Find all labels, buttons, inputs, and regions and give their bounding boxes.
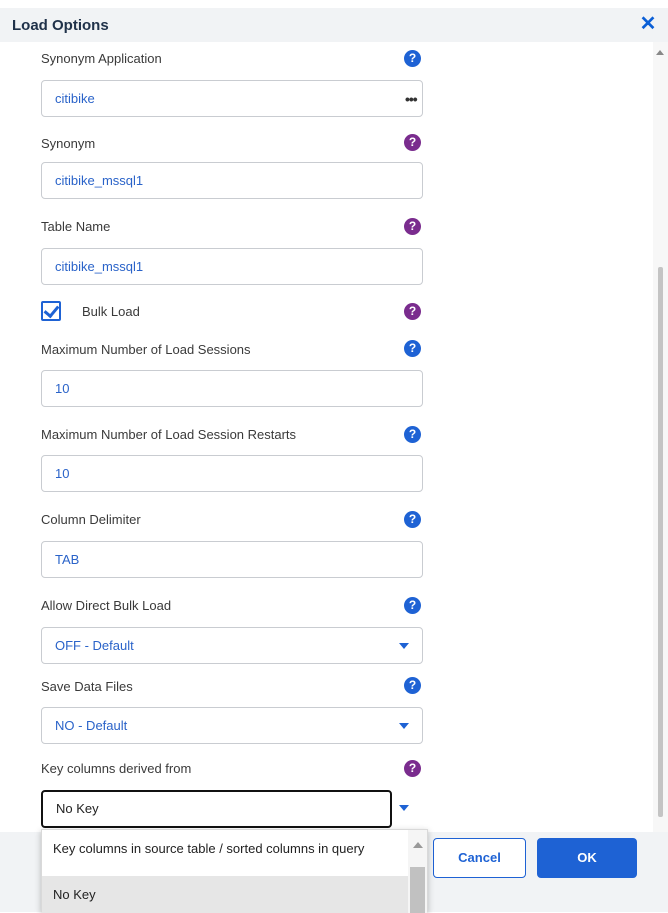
scrollbar-thumb[interactable] <box>658 267 663 817</box>
table-name-label: Table Name <box>41 219 111 234</box>
checkmark-icon <box>43 301 60 319</box>
dialog-scrollbar[interactable] <box>653 42 668 832</box>
key-columns-label: Key columns derived from <box>41 761 192 776</box>
synonym-application-input[interactable]: citibike <box>41 80 423 117</box>
allow-direct-bulk-load-label: Allow Direct Bulk Load <box>41 598 172 613</box>
chevron-down-icon[interactable] <box>399 805 409 811</box>
close-icon[interactable]: ✕ <box>638 14 658 34</box>
ok-button[interactable]: OK <box>537 838 637 878</box>
chevron-down-icon[interactable] <box>399 723 409 729</box>
max-load-session-restarts-input[interactable]: 10 <box>41 455 423 492</box>
help-icon[interactable]: ? <box>404 760 421 777</box>
dropdown-option[interactable]: Key columns in source table / sorted col… <box>42 830 408 867</box>
help-icon[interactable]: ? <box>404 597 421 614</box>
chevron-down-icon[interactable] <box>399 643 409 649</box>
scroll-up-icon[interactable] <box>413 842 423 848</box>
help-icon[interactable]: ? <box>404 50 421 67</box>
help-icon[interactable]: ? <box>404 511 421 528</box>
column-delimiter-label: Column Delimiter <box>41 512 141 527</box>
key-columns-dropdown-list: Key columns in source table / sorted col… <box>41 829 428 913</box>
allow-direct-bulk-load-select[interactable]: OFF - Default <box>41 627 423 664</box>
save-data-files-label: Save Data Files <box>41 679 133 694</box>
dropdown-scrollbar-thumb[interactable] <box>410 867 425 913</box>
max-load-session-restarts-label: Maximum Number of Load Session Restarts <box>41 427 297 442</box>
synonym-input[interactable]: citibike_mssql1 <box>41 162 423 199</box>
bulk-load-label: Bulk Load <box>82 304 140 319</box>
synonym-application-label: Synonym Application <box>41 51 162 66</box>
help-icon[interactable]: ? <box>404 426 421 443</box>
cancel-button[interactable]: Cancel <box>433 838 526 878</box>
help-icon[interactable]: ? <box>404 134 421 151</box>
bulk-load-checkbox[interactable] <box>41 301 61 321</box>
save-data-files-select[interactable]: NO - Default <box>41 707 423 744</box>
max-load-sessions-label: Maximum Number of Load Sessions <box>41 342 251 357</box>
help-icon[interactable]: ? <box>404 340 421 357</box>
browse-icon[interactable]: ••• <box>405 91 418 107</box>
dialog-title: Load Options <box>12 17 109 34</box>
help-icon[interactable]: ? <box>404 303 421 320</box>
dropdown-scrollbar[interactable] <box>408 830 427 913</box>
dropdown-option-selected[interactable]: No Key <box>42 876 408 913</box>
scroll-up-icon[interactable] <box>656 50 664 55</box>
table-name-input[interactable]: citibike_mssql1 <box>41 248 423 285</box>
synonym-label: Synonym <box>41 136 96 151</box>
load-options-dialog: Load Options ✕ Synonym Application ? cit… <box>0 0 668 913</box>
key-columns-select[interactable]: No Key <box>41 790 392 828</box>
help-icon[interactable]: ? <box>404 218 421 235</box>
column-delimiter-input[interactable]: TAB <box>41 541 423 578</box>
max-load-sessions-input[interactable]: 10 <box>41 370 423 407</box>
help-icon[interactable]: ? <box>404 677 421 694</box>
dialog-titlebar: Load Options ✕ <box>0 8 668 42</box>
